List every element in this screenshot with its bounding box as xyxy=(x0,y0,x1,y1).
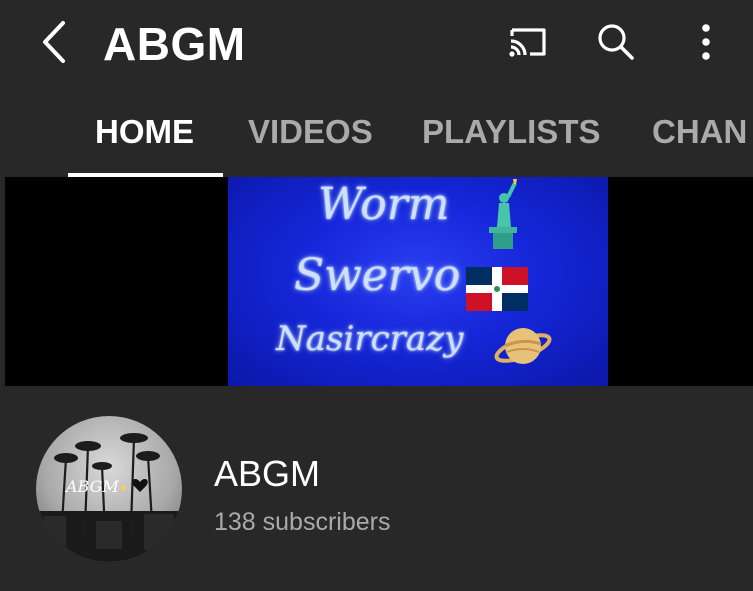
top-app-bar: ABGM xyxy=(0,0,753,88)
cast-icon xyxy=(506,24,550,65)
channel-info-section: ABGM ✦ ABGM 138 subscribers xyxy=(0,386,753,591)
tab-playlists[interactable]: PLAYLISTS xyxy=(422,88,601,176)
palm-trees-avatar-image: ABGM ✦ xyxy=(36,433,182,562)
channel-title: ABGM xyxy=(103,18,246,70)
cast-button[interactable] xyxy=(502,18,554,70)
channel-tabs: HOME VIDEOS PLAYLISTS CHAN xyxy=(0,88,753,176)
statue-of-liberty-icon xyxy=(489,179,517,249)
dominican-flag-icon xyxy=(466,267,528,311)
tab-videos[interactable]: VIDEOS xyxy=(248,88,373,176)
ringed-planet-icon xyxy=(494,328,552,364)
more-options-button[interactable] xyxy=(680,18,732,70)
back-arrow-icon xyxy=(39,19,69,70)
search-icon xyxy=(596,22,636,67)
channel-name: ABGM xyxy=(214,453,321,494)
more-vert-icon xyxy=(700,22,712,67)
banner-text-line: Worm xyxy=(318,179,450,230)
banner-text-line: Swervo xyxy=(294,250,461,301)
channel-banner: Worm Swervo Nasircrazy xyxy=(5,177,753,386)
banner-text-line: Nasircrazy xyxy=(276,319,464,359)
black-heart-icon xyxy=(132,479,148,492)
back-button[interactable] xyxy=(30,18,78,70)
tab-home[interactable]: HOME xyxy=(95,88,194,176)
channel-avatar[interactable]: ABGM ✦ xyxy=(36,416,182,562)
tab-channels[interactable]: CHAN xyxy=(652,88,747,176)
channel-page: ABGM HOME VIDEOS PLAYLISTS CHAN Worm Swe… xyxy=(0,0,753,591)
search-button[interactable] xyxy=(590,18,642,70)
sparkle-icon: ✦ xyxy=(118,481,128,495)
subscriber-count: 138 subscribers xyxy=(214,508,391,536)
banner-artwork: Worm Swervo Nasircrazy xyxy=(228,177,608,386)
avatar-text: ABGM xyxy=(64,477,119,496)
